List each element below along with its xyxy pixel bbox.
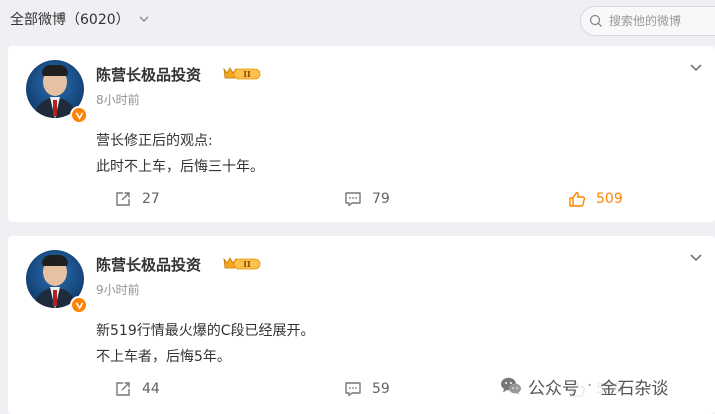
chevron-down-icon[interactable] — [689, 250, 703, 264]
repost-count: 27 — [142, 191, 160, 207]
like-button[interactable]: 509 — [568, 190, 623, 208]
repost-icon — [116, 192, 130, 206]
search-icon — [589, 14, 602, 27]
feed-filter-dropdown[interactable]: 全部微博（6020） — [10, 9, 150, 29]
watermark-name: 金石杂谈 — [600, 378, 669, 399]
crown-level-icon[interactable]: II — [222, 65, 262, 81]
comment-count: 79 — [372, 191, 390, 207]
search-box[interactable] — [580, 6, 715, 36]
repost-count: 44 — [142, 381, 160, 397]
verified-badge-icon — [70, 106, 88, 124]
comment-icon — [345, 192, 361, 207]
svg-text:II: II — [243, 259, 251, 269]
post-line: 此时不上车，后悔三十年。 — [96, 159, 264, 175]
top-bar: 全部微博（6020） — [0, 0, 715, 42]
watermark-separator: · — [587, 376, 593, 396]
svg-text:II: II — [243, 69, 251, 79]
wechat-watermark: 公众号 · 金石杂谈 — [498, 373, 675, 399]
author-name[interactable]: 陈营长极品投资 — [96, 254, 201, 275]
post-text: 新519行情最火爆的C段已经展开。 不上车者，后悔5年。 — [96, 318, 315, 370]
post-line: 不上车者，后悔5年。 — [96, 349, 231, 365]
like-count: 509 — [596, 191, 623, 207]
post-timestamp[interactable]: 9小时前 — [96, 281, 140, 298]
watermark-label: 公众号 — [528, 378, 579, 399]
chevron-down-icon[interactable] — [689, 60, 703, 74]
comment-button[interactable]: 79 — [344, 190, 390, 208]
repost-button[interactable]: 27 — [114, 190, 160, 208]
thumbs-up-icon — [569, 191, 586, 207]
repost-button[interactable]: 44 — [114, 380, 160, 398]
post-line: 营长修正后的观点: — [96, 133, 213, 149]
comment-count: 59 — [372, 381, 390, 397]
post-text: 营长修正后的观点: 此时不上车，后悔三十年。 — [96, 128, 264, 180]
feed-title: 全部微博（6020） — [10, 12, 130, 28]
verified-badge-icon — [70, 296, 88, 314]
comment-icon — [345, 382, 361, 397]
chevron-down-icon — [139, 16, 149, 22]
comment-button[interactable]: 59 — [344, 380, 390, 398]
repost-icon — [116, 382, 130, 396]
crown-level-icon[interactable]: II — [222, 255, 262, 271]
author-name[interactable]: 陈营长极品投资 — [96, 64, 201, 85]
wechat-icon — [501, 377, 521, 395]
search-input[interactable] — [609, 14, 715, 28]
weibo-post-card: 陈营长极品投资 II 8小时前 营长修正后的观点: 此时不上车，后悔三十年。 2… — [8, 46, 715, 222]
post-line: 新519行情最火爆的C段已经展开。 — [96, 323, 315, 339]
post-timestamp[interactable]: 8小时前 — [96, 91, 140, 108]
